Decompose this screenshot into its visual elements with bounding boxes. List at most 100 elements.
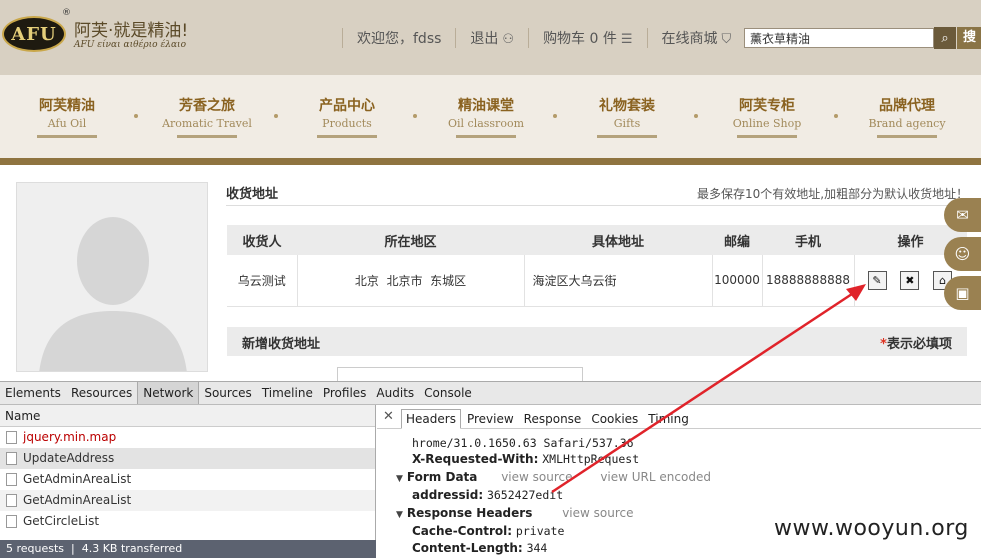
avatar-placeholder-icon [17, 183, 207, 371]
cart-link[interactable]: 购物车 0 件 ☰ [543, 28, 632, 48]
required-text: 表示必填项 [886, 337, 952, 352]
afu-logo[interactable]: AFU ® [2, 6, 72, 54]
section-title: Form Data [406, 470, 478, 484]
tab-resources[interactable]: Resources [66, 382, 137, 404]
nav-underline [37, 135, 97, 138]
form-value: 3652427edit [486, 488, 564, 502]
tab-elements[interactable]: Elements [0, 382, 66, 404]
nav-item-aromatic-travel[interactable]: 芳香之旅 Aromatic Travel [162, 95, 252, 138]
divider [226, 205, 967, 206]
header-value: 344 [526, 541, 548, 555]
divider [646, 28, 648, 48]
nav-cn: 礼物套装 [599, 98, 655, 114]
form-field[interactable] [337, 367, 583, 381]
user-nav: 欢迎您，fdss 退出 ⚇ 购物车 0 件 ☰ 在线商城 ⛉ [328, 28, 731, 48]
nav-en: Products [322, 117, 372, 130]
street-cell: 海淀区大乌云街 [524, 255, 713, 307]
tab-response[interactable]: Response [520, 410, 586, 428]
online-store-link[interactable]: 在线商城 ⛉ [662, 28, 732, 48]
header-line: Cache-Control: private [412, 524, 564, 538]
list-item[interactable]: GetAdminAreaList [0, 469, 375, 490]
required-star: * [880, 337, 887, 352]
nav-cn: 精油课堂 [458, 98, 514, 114]
nav-underline [177, 135, 237, 138]
nav-item-brand-agency[interactable]: 品牌代理 Brand agency [862, 95, 952, 138]
address-note: 最多保存10个有效地址,加粗部分为默认收货地址！ [697, 187, 969, 201]
nav-dot [134, 114, 138, 118]
tab-profiles[interactable]: Profiles [318, 382, 372, 404]
view-url-encoded-link[interactable]: view URL encoded [600, 470, 711, 484]
nav-cn: 阿芙精油 [39, 98, 95, 114]
address-section-title: 收货地址 [226, 187, 279, 202]
list-item[interactable]: GetCircleList [0, 511, 375, 532]
tab-audits[interactable]: Audits [371, 382, 419, 404]
list-item[interactable]: UpdateAddress [0, 448, 375, 469]
search-input[interactable]: 薰衣草精油 [744, 28, 934, 48]
name-column-header[interactable]: Name [0, 405, 375, 427]
chat-icon[interactable]: ✉ [944, 198, 981, 232]
tab-network[interactable]: Network [137, 382, 200, 404]
response-headers-section[interactable]: ▼ Response Headers view source [396, 506, 633, 520]
file-icon [6, 515, 17, 528]
tab-cookies[interactable]: Cookies [587, 410, 642, 428]
file-icon [6, 473, 17, 486]
nav-cn: 产品中心 [319, 98, 375, 114]
new-address-bar: 新增收货地址 *表示必填项 [227, 327, 967, 356]
col-header: 所在地区 [297, 225, 524, 255]
form-data-section[interactable]: ▼ Form Data view source view URL encoded [396, 470, 711, 484]
request-name: jquery.min.map [23, 430, 117, 444]
nav-item-online-shop[interactable]: 阿芙专柜 Online Shop [722, 95, 812, 138]
nav-dot [694, 114, 698, 118]
watermark: www.wooyun.org [774, 516, 969, 541]
edit-icon[interactable]: ✎ [867, 270, 887, 290]
required-hint: *表示必填项 [880, 333, 952, 352]
request-name: GetCircleList [23, 514, 100, 528]
view-source-link[interactable]: view source [562, 506, 633, 520]
nav-underline [597, 135, 657, 138]
nav-cn: 品牌代理 [879, 98, 935, 114]
request-name: UpdateAddress [23, 451, 115, 465]
list-icon: ☰ [620, 32, 633, 47]
phone-cell: 18888888888 [762, 255, 855, 307]
header-key: X-Requested-With: [412, 452, 539, 466]
logout-label: 退出 [470, 31, 499, 47]
top-header: AFU ® 阿芙·就是精油! AFU είναι αιθέριο έλαιο 欢… [0, 0, 981, 75]
bag-icon: ⛉ [721, 32, 732, 47]
nav-cn: 芳香之旅 [179, 98, 235, 114]
list-item[interactable]: GetAdminAreaList [0, 490, 375, 511]
nav-item-afu-oil[interactable]: 阿芙精油 Afu Oil [22, 95, 112, 138]
header-key: Content-Length: [412, 541, 523, 555]
tab-timeline[interactable]: Timeline [257, 382, 318, 404]
logout-link[interactable]: 退出 ⚇ [470, 28, 514, 48]
nav-dot [413, 114, 417, 118]
header-value: XMLHttpRequest [542, 452, 640, 466]
header-key: Cache-Control: [412, 524, 513, 538]
avatar [16, 182, 208, 372]
nav-cn: 阿芙专柜 [739, 98, 795, 114]
tab-preview[interactable]: Preview [463, 410, 518, 428]
tab-headers[interactable]: Headers [401, 409, 461, 429]
nav-item-gifts[interactable]: 礼物套装 Gifts [582, 95, 672, 138]
delete-icon[interactable]: ✖ [900, 270, 920, 290]
close-icon[interactable]: ✕ [383, 409, 394, 424]
col-header: 收货人 [227, 225, 297, 255]
view-source-link[interactable]: view source [501, 470, 572, 484]
qq-icon[interactable]: ☺ [944, 237, 981, 271]
search-icon[interactable]: ⌕ [934, 27, 956, 49]
section-title: Response Headers [406, 506, 533, 520]
tab-timing[interactable]: Timing [644, 410, 693, 428]
nav-en: Oil classroom [447, 117, 524, 130]
tab-sources[interactable]: Sources [199, 382, 256, 404]
nav-item-oil-classroom[interactable]: 精油课堂 Oil classroom [441, 95, 531, 138]
slogan-sub: AFU είναι αιθέριο έλαιο [74, 40, 186, 50]
header-line: Content-Length: 344 [412, 541, 547, 555]
list-item[interactable]: jquery.min.map [0, 427, 375, 448]
logo-mark: AFU [2, 16, 66, 52]
nav-item-products[interactable]: 产品中心 Products [302, 95, 392, 138]
zip-cell: 100000 [712, 255, 763, 307]
table-header-row: 收货人 所在地区 具体地址 邮编 手机 操作 [227, 225, 967, 255]
qrcode-icon[interactable]: ▣ [944, 276, 981, 310]
tab-console[interactable]: Console [419, 382, 477, 404]
search-submit-button[interactable]: 搜 [957, 27, 981, 49]
divider [528, 28, 530, 48]
